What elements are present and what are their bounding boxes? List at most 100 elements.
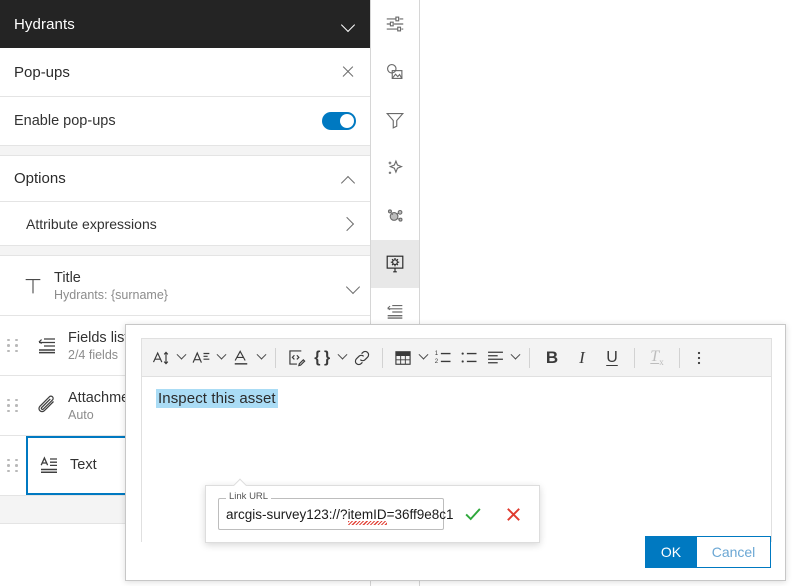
close-icon[interactable] (340, 64, 356, 80)
options-label: Options (14, 170, 66, 187)
field-expression-button[interactable]: { } (309, 344, 335, 372)
bold-label: B (545, 347, 559, 367)
block-title-chevron-down-icon[interactable] (336, 278, 370, 294)
chevron-down-icon[interactable] (340, 16, 356, 32)
text-editor-dialog: { } 1 2 B I U Tx Inspect this asset Link… (125, 324, 786, 581)
fields-list-icon (26, 334, 68, 358)
layer-header[interactable]: Hydrants (0, 0, 370, 48)
align-button[interactable] (482, 344, 508, 372)
cancel-button[interactable]: Cancel (697, 536, 771, 568)
paragraph-style-button[interactable] (188, 344, 214, 372)
link-button[interactable] (349, 344, 375, 372)
rail-item-filter[interactable] (371, 96, 419, 144)
panel-divider-band-2 (0, 246, 370, 256)
clear-format-label: Tx (650, 347, 664, 368)
paperclip-icon (26, 394, 68, 418)
rail-item-effects[interactable] (371, 144, 419, 192)
rte-selected-text[interactable]: Inspect this asset (156, 389, 278, 408)
panel-divider-band (0, 146, 370, 156)
block-title-name: Title (54, 269, 81, 286)
clear-format-button[interactable]: Tx (642, 344, 672, 372)
link-url-label: Link URL (226, 492, 272, 502)
link-url-misspelled: itemID (347, 506, 387, 522)
rail-item-aggregation[interactable] (371, 192, 419, 240)
toolbar-separator-5 (679, 347, 680, 368)
properties-icon (384, 13, 406, 35)
popup-arrow (232, 478, 248, 486)
field-expression-group: { } (309, 344, 349, 372)
field-expression-chevron-down-icon[interactable] (335, 354, 349, 361)
section-title: Pop-ups (14, 63, 70, 81)
enable-popups-label: Enable pop-ups (14, 113, 116, 129)
bold-button[interactable]: B (537, 344, 567, 372)
link-url-prefix: arcgis-survey123://? (226, 506, 348, 522)
title-icon (12, 275, 54, 297)
table-button[interactable] (390, 344, 416, 372)
text-color-chevron-down-icon[interactable] (254, 354, 268, 361)
font-size-button[interactable] (148, 344, 174, 372)
underline-button[interactable]: U (597, 344, 627, 372)
align-group (482, 344, 522, 372)
align-chevron-down-icon[interactable] (508, 354, 522, 361)
link-confirm-check-icon[interactable] (462, 503, 484, 525)
options-section-header[interactable]: Options (0, 156, 370, 202)
toolbar-separator-1 (275, 347, 276, 368)
chevron-right-icon (340, 216, 356, 232)
styles-icon (384, 61, 406, 83)
layer-title: Hydrants (14, 15, 75, 33)
toolbar-separator-4 (634, 347, 635, 368)
block-title-body: Title Hydrants: {surname} (54, 269, 336, 302)
bulleted-list-button[interactable] (456, 344, 482, 372)
toggle-knob (340, 114, 354, 128)
toolbar-separator-3 (529, 347, 530, 368)
link-url-field[interactable]: Link URL arcgis-survey123://?itemID=36ff… (218, 492, 454, 530)
fields-icon (384, 301, 406, 323)
rail-item-configure-popups[interactable] (371, 240, 419, 288)
rte-toolbar: { } 1 2 B I U Tx (142, 339, 771, 377)
popups-section-header: Pop-ups (0, 48, 370, 97)
block-title[interactable]: Title Hydrants: {surname} (0, 256, 370, 316)
italic-button[interactable]: I (567, 344, 597, 372)
app-root: Hydrants Pop-ups Enable pop-ups Options … (0, 0, 793, 586)
drag-handle-icon-3[interactable] (0, 436, 26, 495)
table-group (390, 344, 430, 372)
drag-handle-icon[interactable] (0, 338, 26, 353)
chevron-up-icon[interactable] (340, 171, 356, 187)
attribute-expressions-row[interactable]: Attribute expressions (0, 202, 370, 246)
field-expression-label: { } (314, 348, 330, 366)
rail-item-properties[interactable] (371, 0, 419, 48)
enable-popups-row: Enable pop-ups (0, 97, 370, 146)
more-options-button[interactable] (687, 344, 711, 372)
enable-popups-toggle[interactable] (322, 112, 356, 130)
attribute-expressions-label: Attribute expressions (26, 215, 157, 232)
effects-icon (384, 157, 406, 179)
table-chevron-down-icon[interactable] (416, 354, 430, 361)
text-icon (28, 454, 70, 478)
svg-text:2: 2 (434, 358, 438, 365)
rte-content-area[interactable]: Inspect this asset Link URL arcgis-surve… (142, 377, 771, 543)
paragraph-style-group (188, 344, 228, 372)
svg-text:1: 1 (434, 350, 438, 357)
aggregation-icon (384, 205, 406, 227)
link-url-value: arcgis-survey123://?itemID=36ff9e8c1 (226, 507, 454, 522)
drag-handle-icon-2[interactable] (0, 398, 26, 413)
link-url-popup: Link URL arcgis-survey123://?itemID=36ff… (205, 485, 540, 543)
rail-item-styles[interactable] (371, 48, 419, 96)
link-cancel-x-icon[interactable] (503, 504, 524, 525)
configure-popups-icon (384, 253, 406, 275)
dialog-footer: OK Cancel (645, 536, 771, 568)
ok-button[interactable]: OK (645, 536, 697, 568)
toolbar-separator-2 (382, 347, 383, 368)
paragraph-style-chevron-down-icon[interactable] (214, 354, 228, 361)
block-title-sub: Hydrants: {surname} (54, 288, 168, 303)
numbered-list-button[interactable]: 1 2 (430, 344, 456, 372)
rich-text-editor: { } 1 2 B I U Tx Inspect this asset Link… (141, 338, 772, 543)
font-size-chevron-down-icon[interactable] (174, 354, 188, 361)
font-size-group (148, 344, 188, 372)
link-url-suffix: =36ff9e8c1 (386, 506, 454, 522)
italic-label: I (579, 347, 585, 367)
underline-label: U (606, 348, 618, 366)
filter-icon (384, 109, 406, 131)
source-code-button[interactable] (283, 344, 309, 372)
text-color-button[interactable] (228, 344, 254, 372)
